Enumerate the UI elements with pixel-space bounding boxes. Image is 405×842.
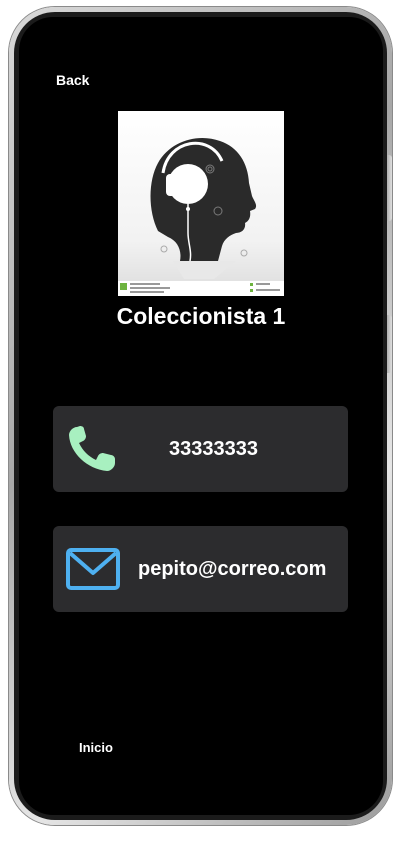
mail-icon	[65, 543, 121, 595]
device-side-button	[387, 315, 392, 373]
email-address: pepito@correo.com	[138, 557, 327, 580]
device-side-button	[387, 155, 392, 221]
phone-card[interactable]: 33333333	[53, 406, 348, 492]
phone-icon	[65, 423, 121, 475]
email-card[interactable]: pepito@correo.com	[53, 526, 348, 612]
home-button[interactable]: Inicio	[79, 740, 113, 755]
phone-number: 33333333	[169, 437, 258, 460]
head-with-headphones-image	[118, 111, 284, 296]
back-button[interactable]: Back	[56, 72, 89, 88]
profile-name: Coleccionista 1	[116, 303, 286, 329]
screen: Back Coleccionista 1 33333333 pepito@cor…	[19, 17, 383, 815]
profile-avatar	[118, 111, 284, 296]
